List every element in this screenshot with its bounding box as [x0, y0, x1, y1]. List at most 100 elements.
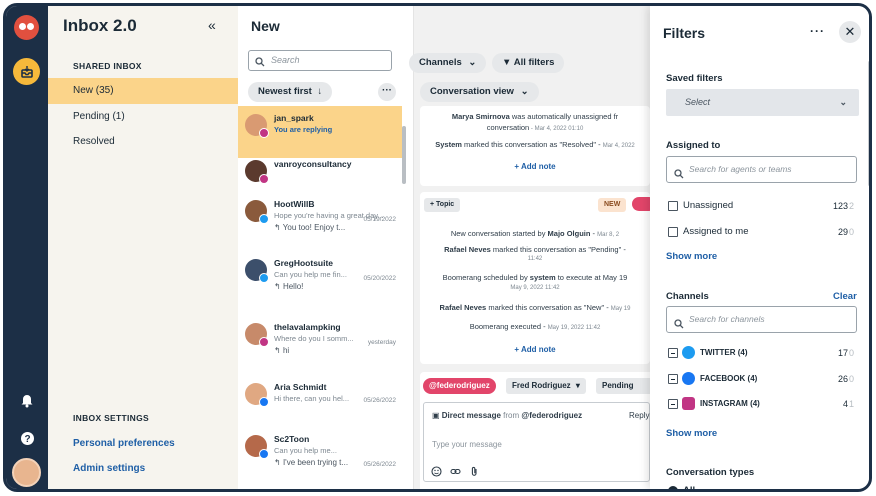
inbox-icon[interactable] — [13, 58, 40, 85]
conversation-item[interactable]: Aria Schmidt Hi there, can you hel... 05… — [238, 375, 402, 427]
channel-count-secondary: 0 — [848, 374, 854, 384]
all-filters-button[interactable]: ▼ All filters — [492, 53, 565, 73]
channels-search-input[interactable]: Search for channels — [666, 306, 857, 333]
help-icon[interactable]: ? — [17, 428, 37, 448]
channels-dropdown[interactable]: Channels ⌄ — [409, 53, 487, 73]
conversation-list-pane: New Search Newest first ↓ ··· jan_spark … — [238, 6, 414, 489]
attachment-icon[interactable] — [469, 466, 480, 477]
close-icon[interactable]: ✕ — [839, 21, 861, 43]
assignee-dropdown[interactable]: Fred Rodriguez ▾ — [506, 378, 586, 394]
personal-preferences-link[interactable]: Personal preferences — [73, 438, 175, 449]
chevron-down-icon: ⌄ — [839, 97, 847, 107]
filter-channel-twitter[interactable]: TWITTER (4) 17 0 — [666, 346, 862, 360]
option-count: 29 — [837, 227, 848, 237]
user-avatar[interactable] — [12, 458, 41, 487]
option-label: Assigned to me — [683, 226, 749, 237]
twitter-icon — [682, 346, 695, 359]
instagram-icon — [259, 337, 269, 347]
add-note-button[interactable]: + Add note — [420, 345, 650, 354]
conversation-item[interactable]: GregHootsuite Can you help me fin... ↰ H… — [238, 251, 402, 303]
checkbox[interactable] — [668, 399, 678, 409]
list-scrollbar[interactable] — [402, 126, 406, 184]
handle-chip[interactable]: @federodriguez — [423, 378, 496, 394]
checkbox[interactable] — [668, 227, 678, 237]
more-options-button[interactable]: ··· — [378, 83, 396, 101]
sort-label: Newest first — [258, 86, 312, 97]
filter-assigned-to-me[interactable]: Assigned to me 29 0 — [666, 225, 862, 239]
conversation-item[interactable]: HootWillB Hope you're having a great day… — [238, 192, 402, 244]
channels-label: Channels — [666, 291, 709, 302]
channel-count-secondary: 1 — [848, 399, 854, 409]
event-line: Boomerang executed - May 19, 2022 11:42 — [469, 322, 601, 331]
shared-inbox-heading: SHARED INBOX — [73, 61, 142, 71]
saved-filters-select[interactable]: Select ⌄ — [666, 89, 859, 116]
option-count: 123 — [832, 201, 848, 211]
instagram-icon — [632, 197, 650, 211]
show-more-link[interactable]: Show more — [666, 251, 717, 262]
inbox-nav: Inbox 2.0 « SHARED INBOX New (35) Pendin… — [48, 6, 238, 489]
nav-item-pending[interactable]: Pending (1) — [48, 104, 238, 130]
view-label: Conversation view — [430, 86, 514, 97]
channels-search-placeholder: Search for channels — [689, 314, 765, 324]
checkbox[interactable] — [668, 201, 678, 211]
sort-button[interactable]: Newest first ↓ — [248, 82, 333, 102]
list-title: New — [251, 18, 280, 34]
filter-channel-facebook[interactable]: FACEBOOK (4) 26 0 — [666, 372, 862, 386]
conversation-thread-card: + Topic NEW New conversation started by … — [420, 192, 650, 364]
caret-down-icon: ▾ — [575, 381, 580, 390]
option-label: Unassigned — [683, 200, 734, 211]
filter-channel-instagram[interactable]: INSTAGRAM (4) 4 1 — [666, 397, 862, 411]
conversation-item[interactable]: thelavalampking Where do you I somm... ↰… — [238, 315, 402, 367]
conversation-item[interactable]: jan_spark You are replying — [238, 106, 402, 158]
filters-title: Filters — [663, 25, 706, 41]
reply-icon: ↰ — [274, 346, 283, 355]
status-badge: NEW — [598, 198, 627, 212]
conversation-name: Aria Schmidt — [274, 382, 327, 392]
facebook-icon — [682, 372, 695, 385]
conversation-date: 05/20/2022 — [363, 275, 396, 282]
conversation-date: yesterday — [367, 339, 396, 346]
emoji-icon[interactable] — [431, 466, 442, 477]
last-reply: ↰ Hello! — [274, 282, 303, 291]
last-reply: ↰ You too! Enjoy t... — [274, 223, 345, 232]
clear-channels-link[interactable]: Clear — [833, 291, 857, 302]
filter-unassigned[interactable]: Unassigned 123 2 — [666, 199, 862, 213]
conversation-name: vanroyconsultancy — [274, 159, 352, 169]
conversation-name: HootWillB — [274, 199, 315, 209]
conversation-name: thelavalampking — [274, 322, 341, 332]
channels-label: Channels — [419, 57, 462, 68]
conversation-type-all[interactable]: All — [666, 484, 862, 489]
reply-icon: ↰ — [274, 458, 283, 467]
topic-button[interactable]: + Topic — [424, 198, 461, 212]
last-reply-text: hi — [282, 346, 290, 355]
admin-settings-link[interactable]: Admin settings — [73, 463, 145, 474]
message-input[interactable]: ▣ Direct message from @federodriguez Rep… — [423, 402, 650, 482]
search-icon — [674, 314, 684, 339]
facebook-icon — [259, 397, 269, 407]
more-options-icon[interactable]: ··· — [810, 24, 825, 38]
link-icon[interactable] — [450, 466, 461, 477]
conversation-view-dropdown[interactable]: Conversation view ⌄ — [420, 82, 539, 102]
checkbox[interactable] — [668, 348, 678, 358]
conversation-name: GregHootsuite — [274, 258, 334, 268]
instagram-icon — [682, 397, 695, 410]
checkbox[interactable] — [668, 374, 678, 384]
add-note-button[interactable]: + Add note — [420, 162, 650, 171]
collapse-icon[interactable]: « — [208, 17, 216, 33]
status-dropdown[interactable]: Pending — [596, 378, 656, 394]
bell-icon[interactable] — [17, 390, 37, 410]
reply-label[interactable]: Reply — [629, 411, 649, 420]
owl-logo-icon[interactable] — [14, 15, 39, 40]
conversation-item[interactable]: Sc2Toon Can you help me... ↰ I've been t… — [238, 427, 402, 479]
nav-item-resolved[interactable]: Resolved — [48, 129, 238, 155]
search-input[interactable]: Search — [248, 50, 392, 71]
show-more-channels-link[interactable]: Show more — [666, 428, 717, 439]
agents-search-input[interactable]: Search for agents or teams — [666, 156, 857, 183]
conversation-date: 05/26/2022 — [363, 461, 396, 468]
radio-button[interactable] — [668, 486, 678, 489]
filters-scrollbar[interactable] — [868, 61, 869, 186]
nav-item-new[interactable]: New (35) — [48, 78, 238, 104]
channel-count: 17 — [837, 348, 848, 358]
search-icon — [255, 55, 265, 74]
app-window: ? Inbox 2.0 « SHARED INBOX New (35) Pend… — [3, 3, 872, 492]
